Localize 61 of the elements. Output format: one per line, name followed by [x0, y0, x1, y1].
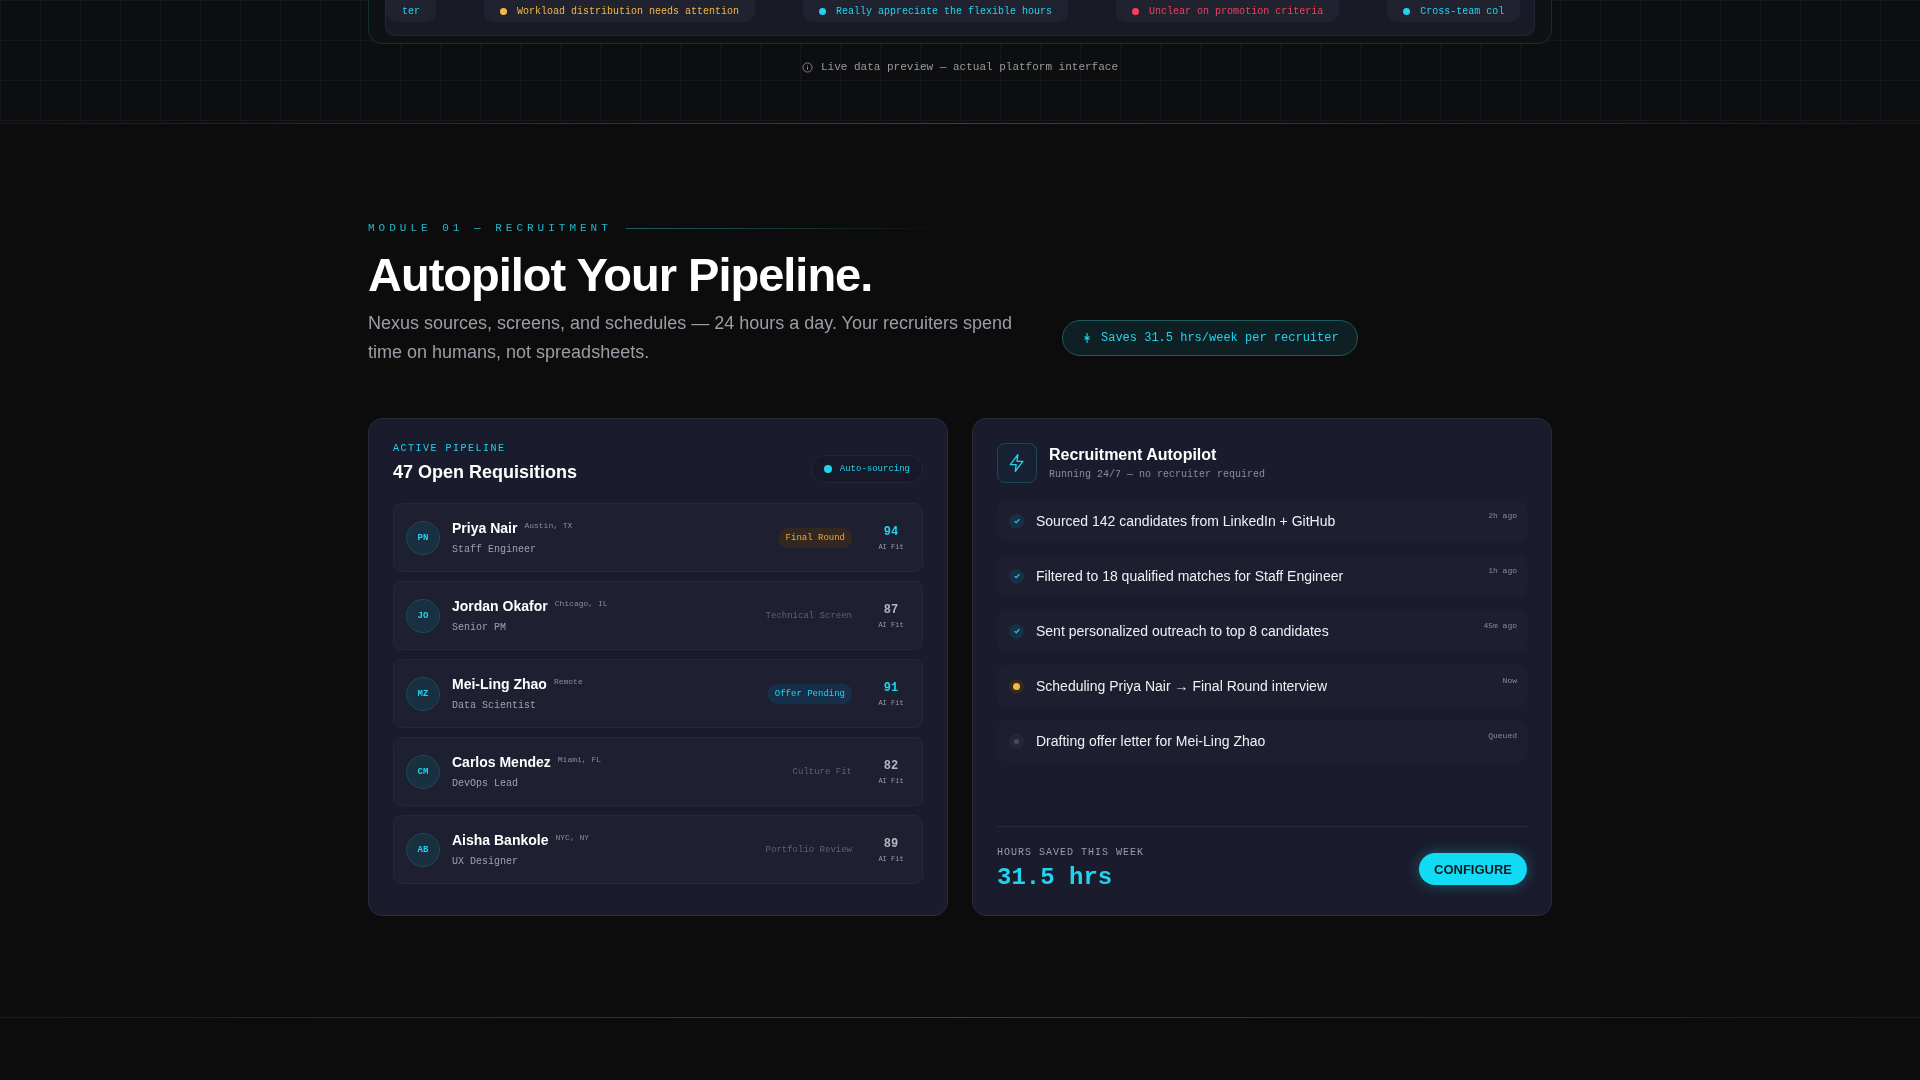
section-description: Nexus sources, screens, and schedules — 24 hours a day. Your recruiters spend time on humans, not spreadsheets. — [368, 312, 1014, 365]
info-icon — [801, 61, 813, 73]
fit-score: 94 — [882, 524, 900, 539]
bolt-icon — [997, 443, 1037, 484]
candidate-name: Mei-Ling Zhao — [452, 676, 547, 693]
candidate-role: DevOps Lead — [452, 778, 519, 790]
feedback-text: Really appreciate the flexible hours — [836, 5, 1053, 17]
task-text: Sourced 142 candidates from LinkedIn + GitHub — [1036, 513, 1337, 530]
candidate-role: UX Designer — [452, 856, 519, 868]
task-time: 1h ago — [1488, 566, 1517, 576]
feedback-text: Unclear on promotion criteria — [1149, 5, 1324, 17]
initials-avatar: CM — [406, 754, 440, 789]
initials-avatar: JO — [406, 598, 440, 633]
stage-badge: Final Round — [778, 527, 852, 548]
candidate-location: Miami, FL — [557, 755, 602, 765]
status-dot — [823, 465, 832, 474]
candidate-location: Remote — [553, 677, 583, 687]
module-label: MODULE 01 — RECRUITMENT — [368, 222, 612, 234]
initials-avatar: MZ — [406, 676, 440, 711]
initials-avatar: PN — [406, 520, 440, 555]
candidate-name: Carlos Mendez — [452, 754, 551, 771]
autopilot-title: Recruitment Autopilot — [1049, 446, 1218, 465]
candidate-location: Austin, TX — [524, 521, 573, 531]
task-text: Filtered to 18 qualified matches for Staff Engineer — [1036, 568, 1345, 585]
candidate-role: Data Scientist — [452, 700, 537, 712]
candidate-name: Jordan Okafor — [452, 598, 548, 615]
stat-value: 31.5 hrs — [997, 864, 1114, 892]
candidate-location: Chicago, IL — [554, 599, 608, 609]
autopilot-subtitle: Running 24/7 — no recruiter required — [1049, 469, 1266, 481]
initials-avatar: AB — [406, 832, 440, 867]
task-time: Queued — [1488, 731, 1517, 741]
stat-label: HOURS SAVED THIS WEEK — [997, 847, 1145, 859]
fit-score: 89 — [882, 836, 900, 851]
fit-score: 91 — [882, 680, 900, 695]
fit-score: 82 — [882, 758, 900, 773]
task-time: 45m ago — [1483, 621, 1517, 631]
feedback-text: Workload distribution needs attention — [517, 5, 740, 17]
auto-sourcing-status: Auto-sourcing — [810, 455, 923, 484]
section-title: Autopilot Your Pipeline. — [368, 247, 874, 303]
task-text: Sent personalized outreach to top 8 candidates — [1036, 623, 1330, 640]
stage-text: Culture Fit — [792, 766, 852, 777]
candidate-name: Priya Nair — [452, 520, 518, 537]
task-time: 2h ago — [1488, 511, 1517, 521]
savings-text: Saves 31.5 hrs/week per recruiter — [1101, 331, 1339, 346]
pipeline-title: 47 Open Requisitions — [393, 462, 578, 484]
candidate-role: Senior PM — [452, 622, 507, 634]
configure-button[interactable]: CONFIGURE — [1419, 853, 1527, 886]
stage-text: Technical Screen — [765, 610, 852, 621]
task-text: Scheduling Priya Nair → Final Round interview — [1036, 678, 1329, 695]
fit-score: 87 — [882, 602, 900, 617]
candidate-role: Staff Engineer — [452, 544, 537, 556]
feedback-text: ter — [402, 5, 420, 17]
feedback-text: Cross-team col — [1420, 5, 1505, 17]
pipeline-label: ACTIVE PIPELINE — [393, 443, 507, 455]
task-text: Drafting offer letter for Mei-Ling Zhao — [1036, 733, 1267, 750]
task-time: Now — [1502, 676, 1517, 686]
stage-badge: Offer Pending — [767, 683, 852, 704]
candidate-location: NYC, NY — [555, 833, 590, 843]
preview-note: Live data preview — actual platform interface — [820, 61, 1119, 73]
stage-text: Portfolio Review — [765, 844, 852, 855]
candidate-name: Aisha Bankole — [452, 832, 549, 849]
